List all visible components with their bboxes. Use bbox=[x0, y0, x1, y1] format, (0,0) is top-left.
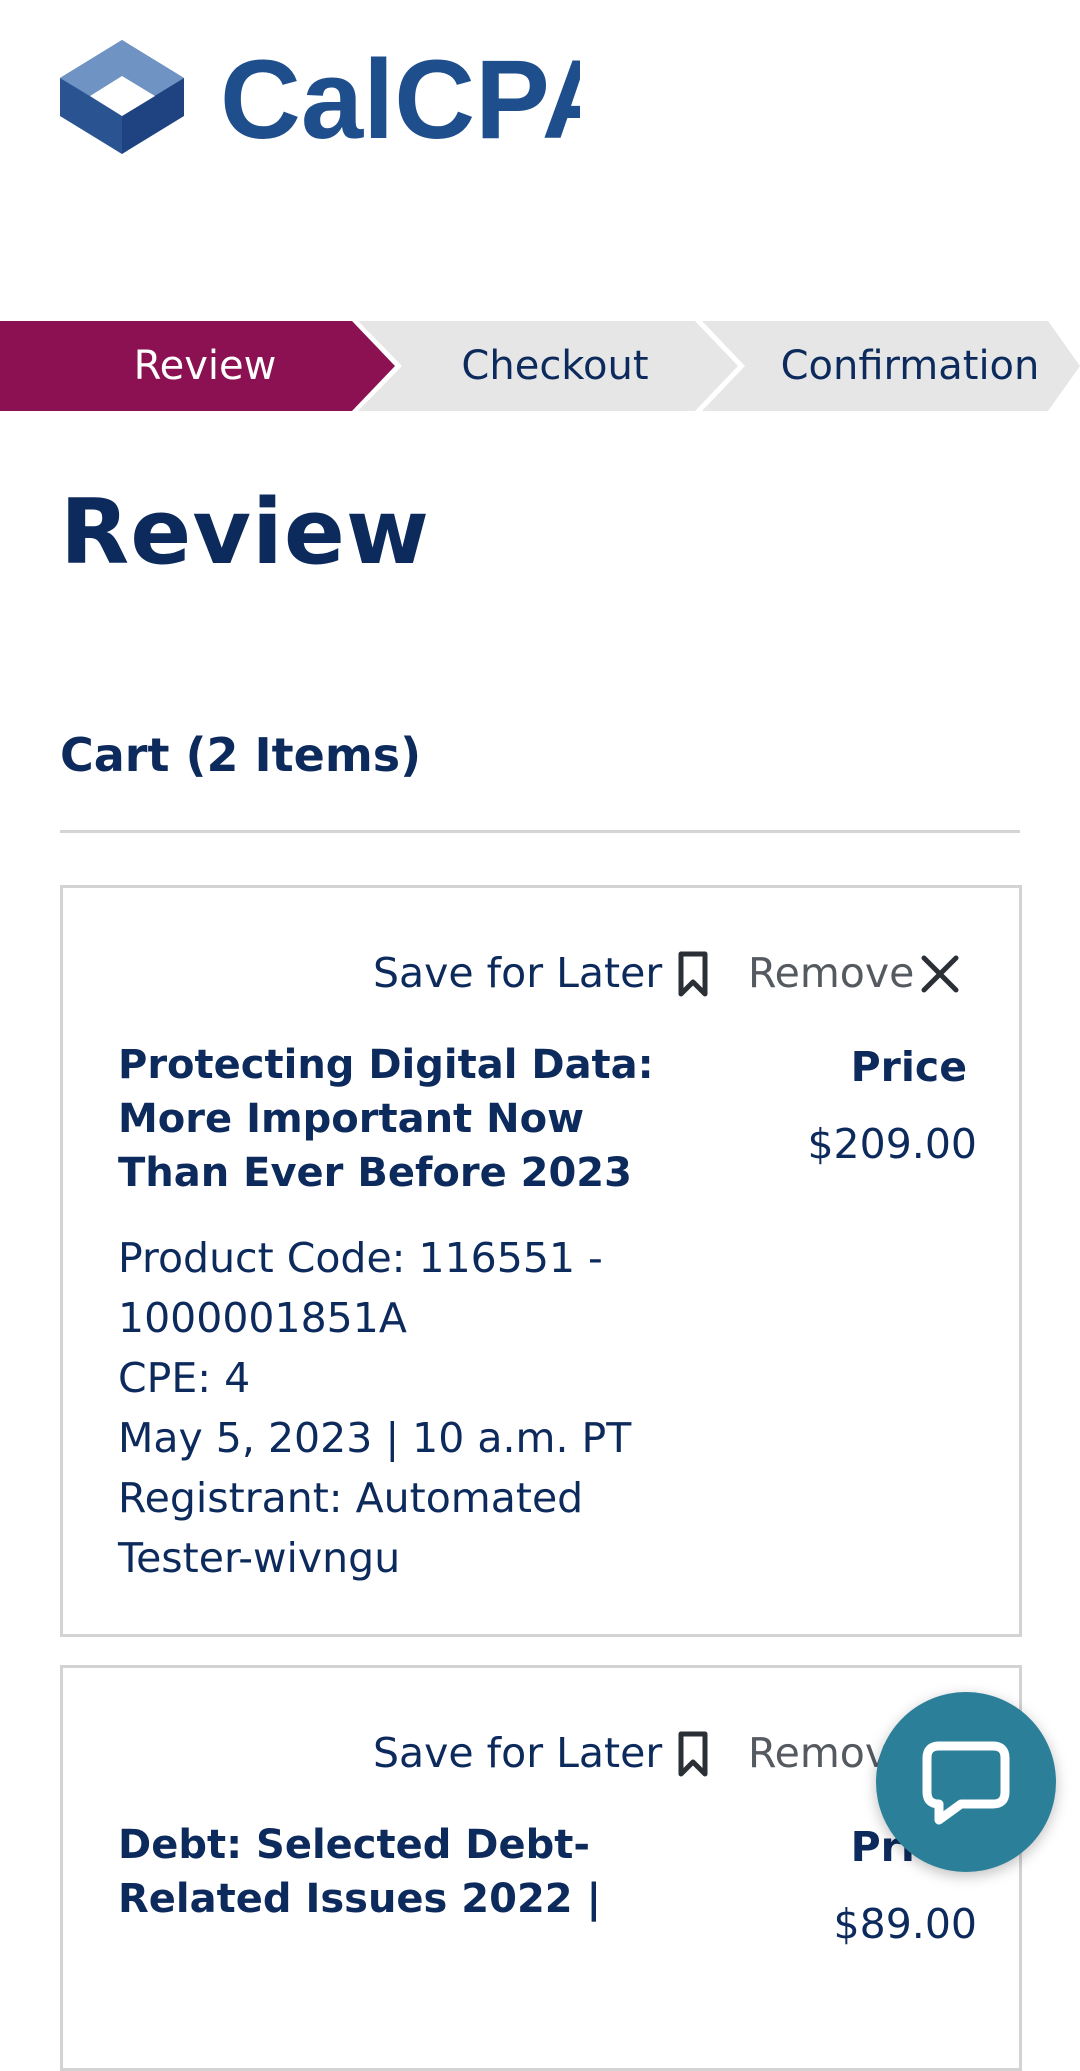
product-code-line1: Product Code: 116551 - bbox=[118, 1234, 603, 1282]
bookmark-icon[interactable] bbox=[678, 1731, 708, 1777]
divider bbox=[60, 830, 1020, 833]
calcpa-logo[interactable]: CalCPA bbox=[60, 37, 622, 163]
step-confirmation[interactable]: Confirmation bbox=[740, 321, 1080, 411]
price-value: $89.00 bbox=[833, 1900, 977, 1948]
bookmark-icon[interactable] bbox=[678, 951, 708, 997]
remove-button[interactable]: Remove bbox=[748, 943, 914, 1003]
price-value: $209.00 bbox=[807, 1120, 977, 1168]
product-details: Product Code: 116551 - 1000001851A CPE: … bbox=[118, 1228, 678, 1588]
registrant-line2: Tester-wivngu bbox=[118, 1534, 401, 1582]
step-checkout[interactable]: Checkout bbox=[400, 321, 710, 411]
cpe-credits: CPE: 4 bbox=[118, 1354, 251, 1402]
page-title: Review bbox=[60, 480, 431, 585]
cart-item: Save for Later Remove Protecting Digital… bbox=[60, 885, 1022, 1637]
product-title[interactable]: Protecting Digital Data: More Important … bbox=[118, 1038, 678, 1200]
event-date: May 5, 2023 | 10 a.m. PT bbox=[118, 1414, 632, 1462]
checkout-steps: Review Checkout Confirmation bbox=[0, 321, 1080, 411]
product-title[interactable]: Debt: Selected Debt-Related Issues 2022 … bbox=[118, 1818, 678, 1926]
chat-button[interactable] bbox=[876, 1692, 1056, 1872]
save-for-later-button[interactable]: Save for Later bbox=[373, 1723, 662, 1783]
save-for-later-button[interactable]: Save for Later bbox=[373, 943, 662, 1003]
product-code-line2: 1000001851A bbox=[118, 1294, 407, 1342]
price-label: Price bbox=[850, 1043, 967, 1091]
logo-text: CalCPA bbox=[220, 38, 580, 162]
cart-item-actions: Save for Later Remove bbox=[63, 943, 1019, 1003]
cart-heading: Cart (2 Items) bbox=[60, 728, 422, 782]
close-icon[interactable] bbox=[921, 955, 959, 993]
step-review[interactable]: Review bbox=[0, 321, 410, 411]
registrant-line1: Registrant: Automated bbox=[118, 1474, 584, 1522]
cart-item: Save for Later Remove Debt: Selected Deb… bbox=[60, 1665, 1022, 2071]
chat-bubble-icon bbox=[922, 1741, 1010, 1825]
